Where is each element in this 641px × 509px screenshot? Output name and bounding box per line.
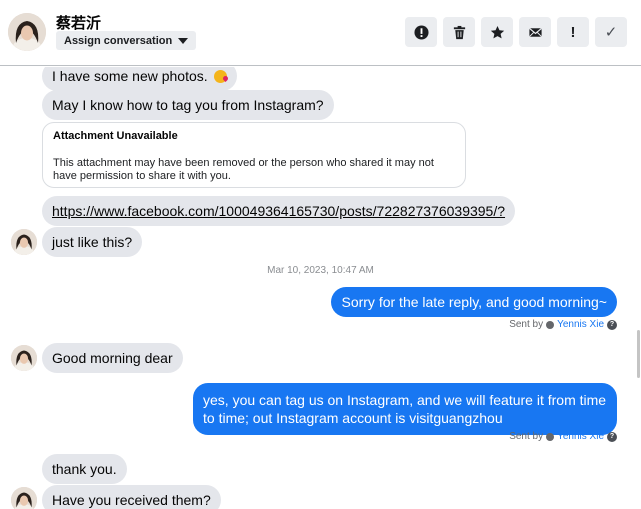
contact-avatar-small [11,229,37,255]
checkmark-icon: ✓ [604,24,618,41]
attachment-body: This attachment may have been removed or… [53,157,434,182]
message-text: yes, you can tag us on Instagram, and we… [203,392,607,426]
sent-by-prefix: Sent by [509,319,544,330]
message-bubble: Have you received them? [42,485,221,509]
shared-link[interactable]: https://www.facebook.com/100049364165730… [42,196,516,226]
message-bubble: Good morning dear [42,343,183,373]
contact-avatar-small [11,345,37,371]
help-icon[interactable]: ? [607,431,617,442]
trash-icon [453,25,465,39]
contact-name: 蔡若沂 [56,15,102,32]
header-actions: ! ✓ [405,17,627,47]
message-text: Good morning dear [52,350,173,366]
message-timestamp: Mar 10, 2023, 10:47 AM [267,265,374,276]
message-text: Sorry for the late reply, and good morni… [341,294,607,310]
star-icon [490,25,504,38]
mark-unread-button[interactable] [519,17,551,47]
sent-by-label: Sent by Yennis Xie ? [509,431,617,442]
conversation-header: 蔡若沂 Assign conversation ! ✓ [0,0,641,66]
message-bubble: May I know how to tag you from Instagram… [42,90,334,120]
contact-avatar-small [11,487,37,509]
follow-up-button[interactable]: ! [557,17,589,47]
star-button[interactable] [481,17,513,47]
alert-circle-icon [413,24,429,40]
mark-done-button[interactable]: ✓ [595,17,627,47]
mark-spam-button[interactable] [405,17,437,47]
assign-conversation-label: Assign conversation [64,34,173,47]
help-icon[interactable]: ? [607,319,617,330]
kiss-emoji-icon [213,70,227,83]
outgoing-message-bubble: Sorry for the late reply, and good morni… [331,287,617,317]
sent-by-label: Sent by Yennis Xie ? [509,319,617,330]
message-text: thank you. [52,461,117,477]
sent-by-prefix: Sent by [509,431,544,442]
assign-conversation-button[interactable]: Assign conversation [56,31,197,50]
contact-avatar[interactable] [8,13,46,51]
message-bubble: just like this? [42,227,143,257]
exclamation-icon: ! [570,23,576,41]
scrollbar[interactable] [637,330,640,378]
delete-button[interactable] [443,17,475,47]
attachment-title: Attachment Unavailable [53,130,178,142]
message-text: May I know how to tag you from Instagram… [52,97,324,113]
outgoing-message-bubble: yes, you can tag us on Instagram, and we… [193,383,617,435]
envelope-icon [528,27,542,37]
agent-name[interactable]: Yennis Xie [557,319,604,330]
agent-name[interactable]: Yennis Xie [557,431,604,442]
message-thread[interactable]: I have some new photos. May I know how t… [0,67,641,509]
message-bubble: I have some new photos. [42,67,237,91]
verified-icon [546,320,555,329]
message-text: Have you received them? [52,492,211,508]
message-text: just like this? [52,234,133,250]
caret-down-icon [178,37,189,44]
verified-icon [546,432,555,441]
message-text: I have some new photos. [52,68,208,84]
message-bubble: thank you. [42,454,127,484]
attachment-unavailable-card: Attachment Unavailable This attachment m… [42,122,466,188]
